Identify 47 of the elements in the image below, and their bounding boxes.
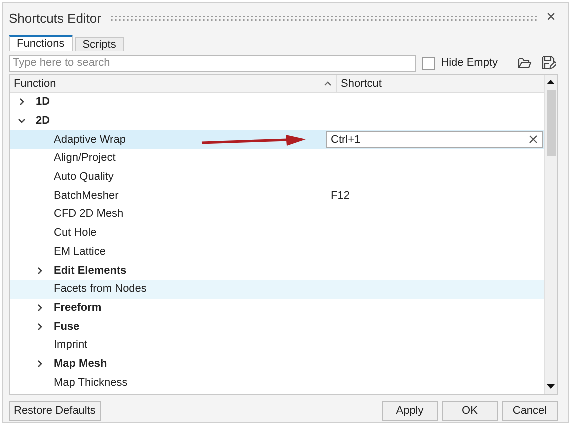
function-name: BatchMesher bbox=[54, 190, 119, 202]
chevron-down-icon[interactable] bbox=[18, 117, 26, 126]
scroll-up-icon[interactable] bbox=[547, 79, 555, 85]
function-name: 1D bbox=[36, 96, 50, 108]
function-name: Fuse bbox=[54, 320, 80, 333]
function-name: Map Mesh bbox=[54, 358, 108, 370]
dialog-button[interactable]: OK bbox=[442, 401, 498, 421]
save-edit-button[interactable] bbox=[540, 56, 558, 70]
shortcut-input[interactable]: Ctrl+1 bbox=[326, 131, 543, 148]
close-button[interactable]: × bbox=[544, 9, 558, 27]
function-name: Cut Hole bbox=[54, 227, 97, 240]
chevron-right-icon[interactable] bbox=[18, 98, 26, 106]
tree-row[interactable]: Adaptive Wrap Ctrl+1 bbox=[10, 130, 544, 150]
scroll-thumb[interactable] bbox=[546, 90, 556, 156]
scroll-down-icon[interactable] bbox=[547, 384, 555, 390]
clear-icon[interactable] bbox=[529, 135, 538, 144]
window-title: Shortcuts Editor bbox=[9, 10, 102, 26]
chevron-right-icon[interactable] bbox=[36, 266, 44, 275]
open-folder-button[interactable] bbox=[516, 57, 534, 69]
restore-defaults-button[interactable]: Restore Defaults bbox=[9, 401, 101, 421]
tab[interactable]: Scripts bbox=[74, 37, 124, 51]
function-name: EM Lattice bbox=[54, 246, 106, 258]
function-name: Map Thickness bbox=[54, 376, 128, 389]
function-name: Edit Elements bbox=[54, 264, 127, 277]
function-name: Auto Quality bbox=[54, 171, 114, 184]
tab[interactable]: Functions bbox=[9, 35, 73, 51]
function-name: Adaptive Wrap bbox=[54, 134, 126, 146]
chevron-right-icon[interactable] bbox=[36, 322, 44, 331]
checkbox[interactable] bbox=[422, 56, 436, 70]
function-name: CFD 2D Mesh bbox=[54, 208, 124, 220]
chevron-right-icon[interactable] bbox=[36, 360, 44, 368]
tree-row[interactable]: Facets from Nodes bbox=[10, 280, 544, 299]
shortcut-text: F12 bbox=[330, 190, 350, 202]
function-name: 2D bbox=[36, 115, 50, 128]
column-header[interactable]: Shortcut bbox=[337, 75, 544, 92]
function-name: Facets from Nodes bbox=[54, 283, 147, 296]
sort-icon bbox=[324, 81, 332, 86]
dialog-button[interactable]: Cancel bbox=[502, 401, 558, 421]
chevron-right-icon[interactable] bbox=[36, 304, 44, 312]
function-name: Imprint bbox=[54, 339, 88, 352]
dialog-button[interactable]: Apply bbox=[382, 401, 438, 421]
search-field[interactable]: Type here to search bbox=[9, 54, 416, 72]
scrollbar[interactable] bbox=[544, 75, 557, 394]
function-name: Align/Project bbox=[54, 152, 116, 164]
function-name: Freeform bbox=[54, 302, 102, 314]
column-header[interactable]: Function bbox=[10, 75, 337, 92]
checkbox-label: Hide Empty bbox=[441, 57, 498, 69]
